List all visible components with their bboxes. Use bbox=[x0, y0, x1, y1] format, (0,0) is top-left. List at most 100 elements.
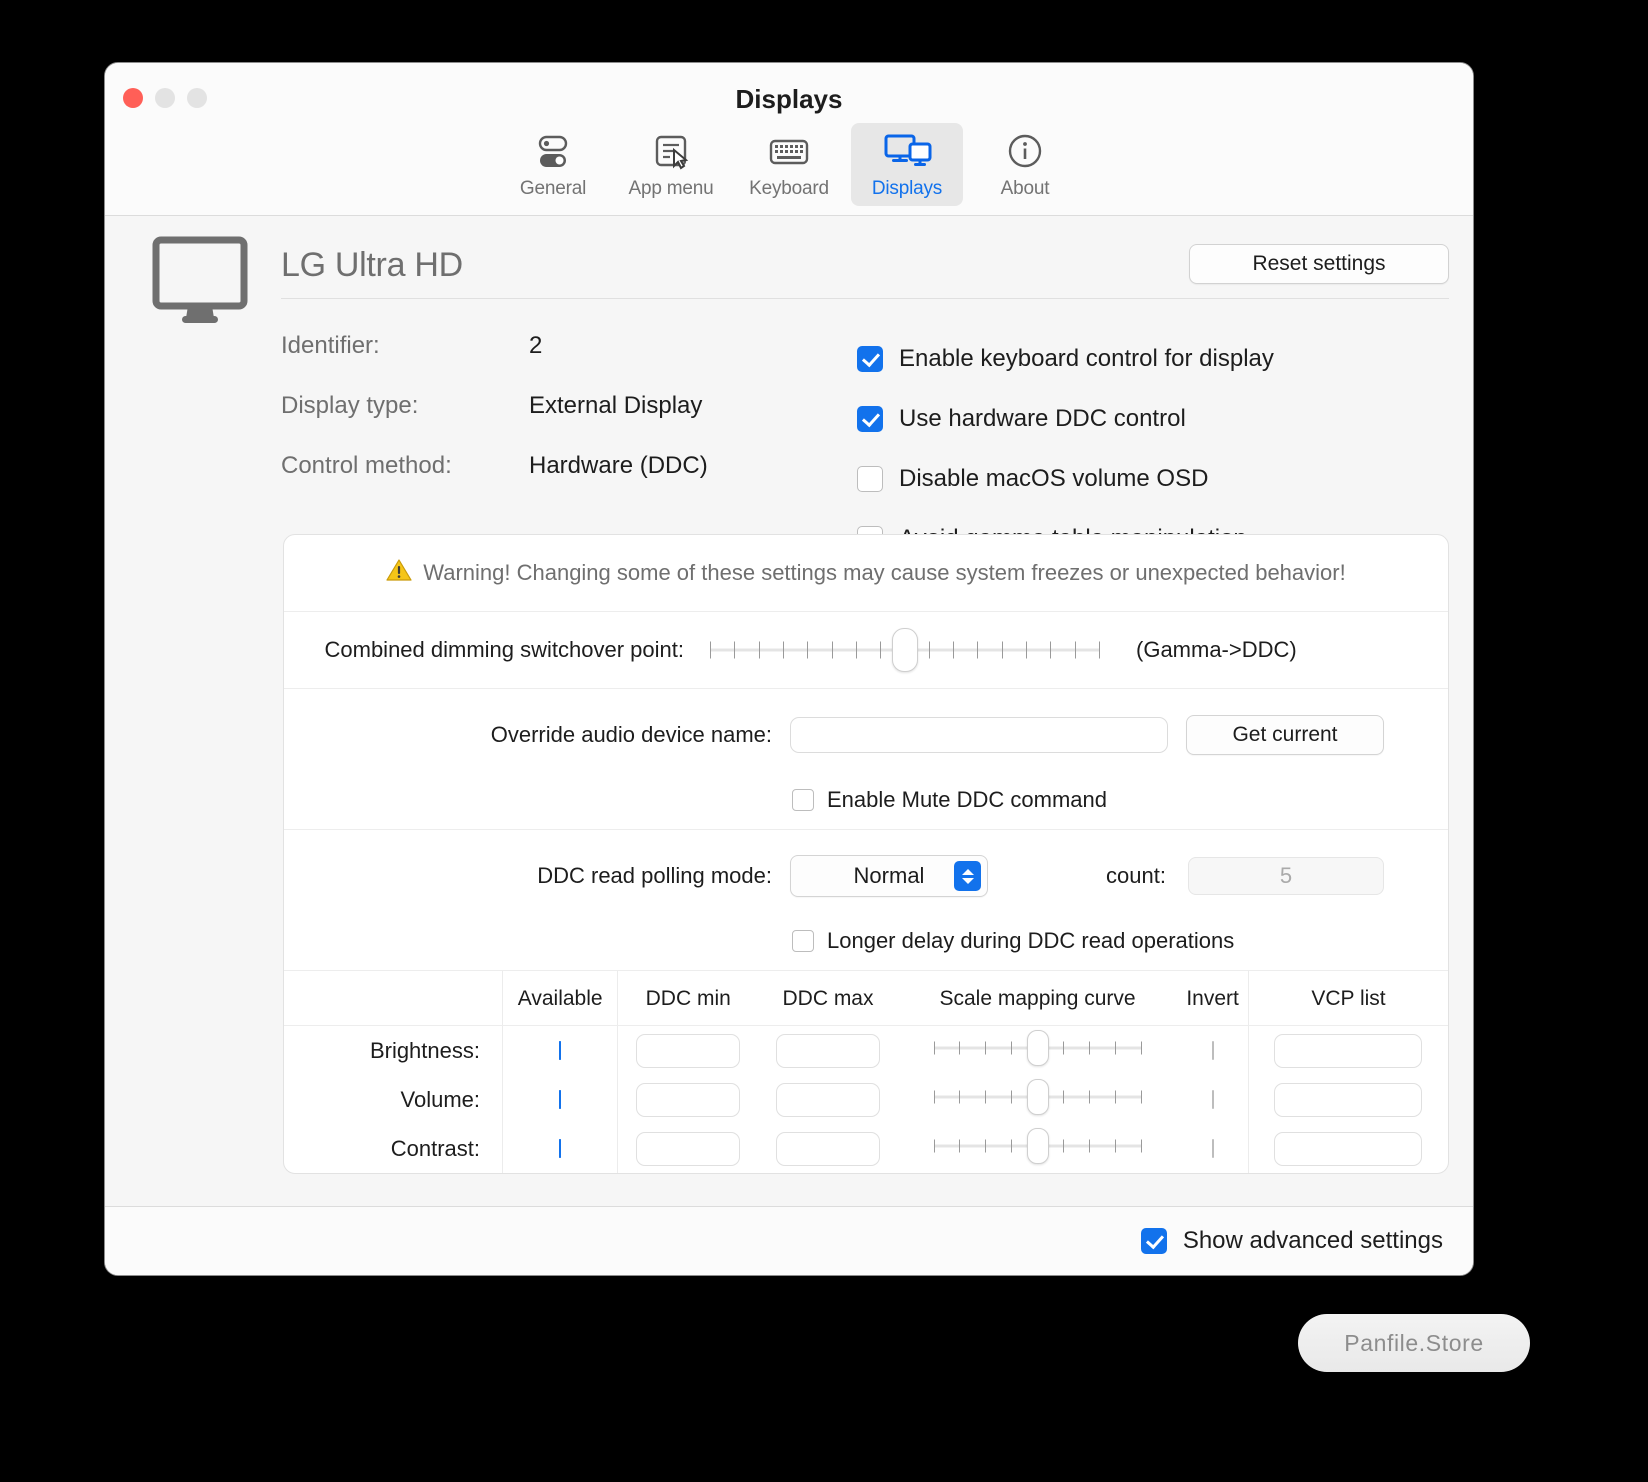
display-name: LG Ultra HD bbox=[281, 246, 463, 284]
cell-curve-contrast[interactable] bbox=[898, 1124, 1177, 1173]
enable-mute-ddc-row[interactable]: Enable Mute DDC command bbox=[284, 771, 1448, 829]
toolbar-item-app-menu[interactable]: App menu bbox=[615, 123, 727, 206]
audio-device-name-input[interactable] bbox=[790, 717, 1168, 753]
chevron-updown-icon[interactable] bbox=[954, 861, 981, 891]
input-ddc-max-brightness[interactable] bbox=[776, 1033, 880, 1068]
label-enable-mute-ddc: Enable Mute DDC command bbox=[827, 787, 1108, 812]
option-use-hardware-ddc[interactable]: Use hardware DDC control bbox=[857, 389, 1274, 449]
longer-delay-row[interactable]: Longer delay during DDC read operations bbox=[284, 912, 1448, 970]
scale-mapping-thumb-brightness[interactable] bbox=[1026, 1030, 1049, 1066]
option-enable-keyboard-control[interactable]: Enable keyboard control for display bbox=[857, 329, 1274, 389]
reset-settings-button[interactable]: Reset settings bbox=[1189, 244, 1449, 284]
checkbox-show-advanced-settings[interactable] bbox=[1140, 1228, 1167, 1254]
dimming-section: Combined dimming switchover point: (Gamm… bbox=[284, 611, 1448, 688]
scale-mapping-slider-contrast[interactable] bbox=[933, 1128, 1142, 1164]
combined-dimming-slider[interactable] bbox=[710, 628, 1100, 672]
monitor-icon bbox=[150, 234, 250, 331]
table-header-row: Available DDC min DDC max Scale mapping … bbox=[284, 971, 1448, 1026]
input-ddc-min-volume[interactable] bbox=[636, 1082, 741, 1117]
window-footer: Show advanced settings bbox=[105, 1206, 1473, 1275]
checkbox-available-contrast[interactable] bbox=[559, 1138, 562, 1158]
dimming-suffix: (Gamma->DDC) bbox=[1136, 637, 1297, 662]
checkbox-invert-brightness[interactable] bbox=[1211, 1040, 1214, 1060]
label-show-advanced-settings: Show advanced settings bbox=[1182, 1227, 1443, 1254]
dimming-slider-thumb[interactable] bbox=[892, 628, 918, 672]
cell-vcp-volume[interactable] bbox=[1247, 1075, 1448, 1124]
cell-ddc-min-volume[interactable] bbox=[617, 1075, 759, 1124]
th-available: Available bbox=[501, 971, 618, 1026]
polling-count-input[interactable]: 5 bbox=[1187, 857, 1384, 895]
input-ddc-max-contrast[interactable] bbox=[776, 1131, 880, 1166]
input-vcp-list-volume[interactable] bbox=[1274, 1082, 1423, 1117]
scale-mapping-thumb-contrast[interactable] bbox=[1026, 1128, 1049, 1164]
toolbar-item-general[interactable]: General bbox=[497, 123, 609, 206]
table-row: Contrast: bbox=[284, 1124, 1448, 1173]
cell-available-brightness[interactable] bbox=[501, 1025, 618, 1075]
checkbox-available-brightness[interactable] bbox=[559, 1040, 562, 1060]
toolbar-item-keyboard[interactable]: Keyboard bbox=[733, 123, 845, 206]
th-invert: Invert bbox=[1177, 971, 1249, 1026]
cell-ddc-max-brightness[interactable] bbox=[758, 1026, 898, 1076]
cell-available-contrast[interactable] bbox=[501, 1124, 618, 1173]
advanced-settings-panel: Warning! Changing some of these settings… bbox=[283, 534, 1449, 1174]
controls-table-head: Available DDC min DDC max Scale mapping … bbox=[284, 971, 1448, 1026]
input-vcp-list-brightness[interactable] bbox=[1274, 1033, 1423, 1068]
cell-invert-contrast[interactable] bbox=[1177, 1124, 1248, 1173]
ddc-polling-row: DDC read polling mode: Normal count: 5 bbox=[284, 830, 1448, 912]
window-titlebar: Displays General App menu Keyboard Displ… bbox=[105, 63, 1473, 216]
row-label-volume: Volume: bbox=[400, 1086, 481, 1112]
cell-vcp-brightness[interactable] bbox=[1247, 1025, 1448, 1075]
checkbox-invert-contrast[interactable] bbox=[1211, 1138, 1214, 1158]
input-ddc-min-brightness[interactable] bbox=[636, 1033, 741, 1068]
th-blank bbox=[284, 971, 503, 1026]
th-scale-mapping-curve: Scale mapping curve bbox=[897, 971, 1178, 1026]
cell-available-volume[interactable] bbox=[501, 1075, 618, 1124]
row-label-contrast: Contrast: bbox=[390, 1135, 480, 1161]
option-disable-volume-osd[interactable]: Disable macOS volume OSD bbox=[857, 449, 1274, 509]
checkbox-available-volume[interactable] bbox=[559, 1089, 562, 1109]
input-ddc-max-volume[interactable] bbox=[776, 1082, 880, 1117]
input-ddc-min-contrast[interactable] bbox=[636, 1131, 741, 1166]
th-ddc-min: DDC min bbox=[617, 971, 759, 1026]
toolbar-item-about[interactable]: About bbox=[969, 123, 1081, 206]
controls-table-section: Available DDC min DDC max Scale mapping … bbox=[284, 970, 1448, 1173]
checkbox-disable-volume-osd[interactable] bbox=[857, 466, 883, 492]
cell-invert-volume[interactable] bbox=[1177, 1075, 1248, 1124]
ddc-polling-label: DDC read polling mode: bbox=[537, 863, 772, 888]
checkbox-invert-volume[interactable] bbox=[1211, 1089, 1214, 1109]
toolbar-label-general: General bbox=[519, 178, 587, 199]
cell-curve-brightness[interactable] bbox=[898, 1026, 1177, 1076]
controls-table: Available DDC min DDC max Scale mapping … bbox=[284, 971, 1448, 1173]
info-row-identifier: Identifier: 2 bbox=[281, 332, 708, 392]
row-label-brightness: Brightness: bbox=[369, 1037, 480, 1063]
window-title: Displays bbox=[735, 84, 843, 114]
cell-curve-volume[interactable] bbox=[898, 1075, 1177, 1124]
label-enable-keyboard-control: Enable keyboard control for display bbox=[899, 345, 1274, 372]
info-key-display-type: Display type: bbox=[281, 392, 419, 419]
toolbar-item-displays[interactable]: Displays bbox=[851, 123, 963, 206]
input-vcp-list-contrast[interactable] bbox=[1274, 1131, 1423, 1166]
checkbox-use-hardware-ddc[interactable] bbox=[857, 406, 883, 432]
scale-mapping-thumb-volume[interactable] bbox=[1026, 1079, 1049, 1115]
info-key-control-method: Control method: bbox=[281, 452, 452, 479]
cell-invert-brightness[interactable] bbox=[1177, 1026, 1248, 1076]
checkbox-enable-mute-ddc[interactable] bbox=[792, 789, 814, 811]
audio-override-label: Override audio device name: bbox=[490, 722, 772, 747]
ddc-polling-mode-select[interactable]: Normal bbox=[790, 855, 988, 897]
scale-mapping-slider-brightness[interactable] bbox=[933, 1030, 1142, 1066]
get-current-button[interactable]: Get current bbox=[1186, 715, 1384, 755]
checkbox-longer-delay[interactable] bbox=[792, 930, 814, 952]
checkbox-enable-keyboard-control[interactable] bbox=[857, 346, 883, 372]
watermark-badge: Panfile.Store bbox=[1298, 1314, 1530, 1372]
toolbar-label-app-menu: App menu bbox=[628, 178, 714, 199]
table-row: Volume: bbox=[284, 1075, 1448, 1124]
cell-ddc-max-volume[interactable] bbox=[758, 1075, 898, 1124]
info-value-display-type: External Display bbox=[529, 392, 703, 419]
displays-icon bbox=[851, 130, 963, 174]
cell-ddc-min-contrast[interactable] bbox=[617, 1124, 759, 1173]
info-row-display-type: Display type: External Display bbox=[281, 392, 708, 452]
cell-ddc-min-brightness[interactable] bbox=[617, 1025, 759, 1075]
cell-ddc-max-contrast[interactable] bbox=[758, 1124, 898, 1173]
cell-vcp-contrast[interactable] bbox=[1247, 1124, 1448, 1173]
scale-mapping-slider-volume[interactable] bbox=[933, 1079, 1142, 1115]
